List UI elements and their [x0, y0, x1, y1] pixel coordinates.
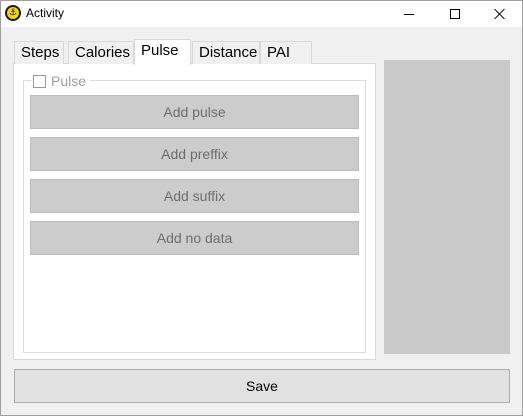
- maximize-button[interactable]: [432, 1, 478, 27]
- minimize-icon: [404, 13, 414, 15]
- window-title: Activity: [26, 6, 65, 20]
- add-prefix-button[interactable]: Add preffix: [30, 137, 359, 171]
- activity-window: ⚓ Activity Steps Calories Pulse Distance…: [0, 0, 523, 416]
- tab-pai[interactable]: PAI: [260, 41, 312, 64]
- pulse-checkbox-row[interactable]: Pulse: [31, 73, 91, 89]
- app-icon-glyph: ⚓: [7, 7, 19, 19]
- tab-steps[interactable]: Steps: [14, 41, 64, 64]
- minimize-button[interactable]: [386, 1, 432, 27]
- tab-distance[interactable]: Distance: [192, 41, 260, 64]
- app-icon: ⚓: [5, 5, 21, 21]
- add-pulse-button[interactable]: Add pulse: [30, 95, 359, 129]
- title-bar[interactable]: ⚓ Activity: [1, 1, 522, 27]
- preview-panel: [384, 60, 510, 354]
- pulse-checkbox-label: Pulse: [51, 73, 87, 89]
- add-no-data-button[interactable]: Add no data: [30, 221, 359, 255]
- save-button[interactable]: Save: [14, 369, 510, 403]
- tab-pulse[interactable]: Pulse: [134, 39, 191, 65]
- add-suffix-button[interactable]: Add suffix: [30, 179, 359, 213]
- maximize-icon: [450, 9, 460, 19]
- close-icon: [494, 8, 506, 20]
- pulse-checkbox[interactable]: [33, 74, 46, 88]
- close-button[interactable]: [477, 1, 523, 27]
- tab-calories[interactable]: Calories: [68, 41, 134, 64]
